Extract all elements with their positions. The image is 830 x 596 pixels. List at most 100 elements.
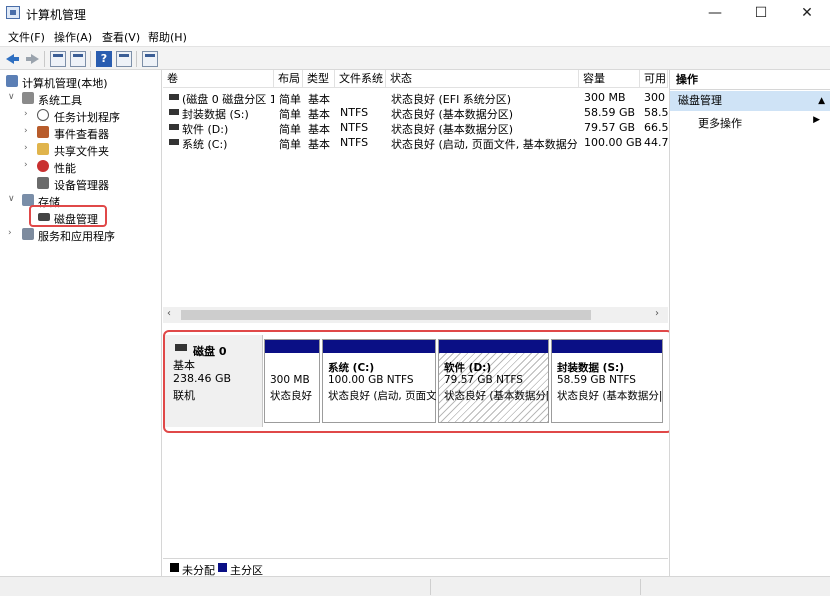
tree-item-root[interactable]: 计算机管理(本地) bbox=[4, 73, 154, 90]
chevron-right-icon[interactable]: › bbox=[8, 228, 18, 238]
tree-item-performance[interactable]: › 性能 bbox=[24, 158, 158, 175]
tree-item-label: 服务和应用程序 bbox=[38, 230, 115, 243]
menu-help[interactable]: 帮助(H) bbox=[148, 29, 187, 45]
close-button[interactable]: ✕ bbox=[784, 0, 830, 26]
cell-filesystem: NTFS bbox=[340, 121, 369, 134]
horizontal-scrollbar[interactable]: ‹ › bbox=[163, 307, 668, 323]
volume-icon bbox=[169, 124, 179, 130]
tree-item-label: 性能 bbox=[54, 162, 76, 175]
cell-free: 44.7 bbox=[644, 136, 668, 149]
cell-capacity: 79.57 GB bbox=[584, 121, 636, 134]
volume-icon bbox=[169, 94, 179, 100]
volume-list: 卷 布局 类型 文件系统 状态 容量 可用 (磁盘 0 磁盘分区 1) 简单 基… bbox=[163, 70, 668, 323]
volume-icon bbox=[169, 109, 179, 115]
chevron-right-icon[interactable]: › bbox=[24, 109, 34, 119]
toolbar-separator bbox=[90, 51, 91, 67]
tree-item-event-viewer[interactable]: › 事件查看器 bbox=[24, 124, 158, 141]
column-header-free[interactable]: 可用 bbox=[640, 70, 668, 88]
performance-icon bbox=[37, 160, 49, 172]
computer-management-icon bbox=[6, 6, 20, 19]
highlight-box bbox=[29, 205, 107, 227]
menu-bar: 文件(F) 操作(A) 查看(V) 帮助(H) bbox=[0, 26, 830, 46]
menu-view[interactable]: 查看(V) bbox=[102, 29, 140, 45]
tree-item-services[interactable]: › 服务和应用程序 bbox=[8, 226, 158, 243]
tree-item-label: 系统工具 bbox=[38, 94, 82, 107]
chevron-right-icon[interactable]: ▶ bbox=[813, 115, 820, 125]
status-divider bbox=[430, 579, 431, 595]
scroll-left-icon[interactable]: ‹ bbox=[167, 308, 171, 319]
chevron-down-icon[interactable]: ∨ bbox=[8, 194, 18, 204]
volume-icon bbox=[169, 139, 179, 145]
table-row[interactable]: 软件 (D:) 简单 基本 NTFS 状态良好 (基本数据分区) 79.57 G… bbox=[163, 120, 668, 136]
cell-capacity: 300 MB bbox=[584, 91, 626, 104]
cell-free: 300 bbox=[644, 91, 665, 104]
column-header-filesystem[interactable]: 文件系统 bbox=[335, 70, 386, 88]
tree-item-device-manager[interactable]: 设备管理器 bbox=[24, 175, 158, 192]
table-row[interactable]: (磁盘 0 磁盘分区 1) 简单 基本 状态良好 (EFI 系统分区) 300 … bbox=[163, 90, 668, 106]
status-bar bbox=[0, 576, 830, 596]
status-divider bbox=[640, 579, 641, 595]
tree-item-label: 计算机管理(本地) bbox=[22, 77, 108, 90]
services-icon bbox=[22, 228, 34, 240]
column-header-volume[interactable]: 卷 bbox=[163, 70, 274, 88]
scrollbar-thumb[interactable] bbox=[181, 310, 591, 320]
tools-icon bbox=[22, 92, 34, 104]
actions-section-disk-management[interactable]: 磁盘管理 ▲ bbox=[670, 91, 830, 111]
menu-action[interactable]: 操作(A) bbox=[54, 29, 92, 45]
cell-capacity: 58.59 GB bbox=[584, 106, 636, 119]
unallocated-swatch bbox=[170, 563, 179, 572]
cell-capacity: 100.00 GB bbox=[584, 136, 643, 149]
toolbar-separator bbox=[44, 51, 45, 67]
column-header-status[interactable]: 状态 bbox=[386, 70, 579, 88]
cell-filesystem: NTFS bbox=[340, 106, 369, 119]
back-arrow-icon[interactable] bbox=[5, 51, 21, 67]
cell-status: 状态良好 (启动, 页面文件, 基本数据分区) bbox=[391, 138, 577, 151]
tree-item-label: 事件查看器 bbox=[54, 128, 109, 141]
toolbar: ? bbox=[0, 46, 830, 70]
column-header-capacity[interactable]: 容量 bbox=[579, 70, 640, 88]
table-row[interactable]: 系统 (C:) 简单 基本 NTFS 状态良好 (启动, 页面文件, 基本数据分… bbox=[163, 135, 668, 151]
chevron-right-icon[interactable]: › bbox=[24, 160, 34, 170]
chevron-right-icon[interactable]: › bbox=[24, 126, 34, 136]
actions-header: 操作 bbox=[670, 70, 830, 90]
show-action-pane-icon[interactable] bbox=[116, 51, 132, 67]
cell-filesystem: NTFS bbox=[340, 136, 369, 149]
help-icon[interactable]: ? bbox=[96, 51, 112, 67]
up-level-icon[interactable] bbox=[50, 51, 66, 67]
tree-item-label: 共享文件夹 bbox=[54, 145, 109, 158]
table-row[interactable]: 封装数据 (S:) 简单 基本 NTFS 状态良好 (基本数据分区) 58.59… bbox=[163, 105, 668, 121]
forward-arrow-icon[interactable] bbox=[24, 51, 40, 67]
cell-layout: 简单 bbox=[279, 138, 301, 151]
legend: 未分配 主分区 bbox=[163, 558, 668, 577]
computer-icon bbox=[6, 75, 18, 87]
tree-item-label: 设备管理器 bbox=[54, 179, 109, 192]
shared-folder-icon bbox=[37, 143, 49, 155]
title-bar: 计算机管理 — ☐ ✕ bbox=[0, 0, 830, 26]
cell-volume: 系统 (C:) bbox=[182, 138, 228, 151]
tree-item-task-scheduler[interactable]: › 任务计划程序 bbox=[24, 107, 158, 124]
show-hide-tree-icon[interactable] bbox=[70, 51, 86, 67]
menu-file[interactable]: 文件(F) bbox=[8, 29, 45, 45]
minimize-button[interactable]: — bbox=[692, 0, 738, 26]
clock-icon bbox=[37, 109, 49, 121]
device-manager-icon bbox=[37, 177, 49, 189]
column-header-type[interactable]: 类型 bbox=[303, 70, 335, 88]
more-actions-link[interactable]: 更多操作 bbox=[698, 115, 742, 131]
chevron-down-icon[interactable]: ∨ bbox=[8, 92, 18, 102]
collapse-up-icon[interactable]: ▲ bbox=[818, 91, 825, 111]
toolbar-separator bbox=[136, 51, 137, 67]
actions-section-label: 磁盘管理 bbox=[678, 94, 722, 107]
navigation-tree: 计算机管理(本地) ∨ 系统工具 › 任务计划程序 › 事件查看器 › 共享文件… bbox=[0, 70, 162, 576]
scroll-right-icon[interactable]: › bbox=[655, 308, 659, 319]
cell-free: 58.5 bbox=[644, 106, 668, 119]
tree-item-shared-folders[interactable]: › 共享文件夹 bbox=[24, 141, 158, 158]
properties-icon[interactable] bbox=[142, 51, 158, 67]
maximize-button[interactable]: ☐ bbox=[738, 0, 784, 26]
chevron-right-icon[interactable]: › bbox=[24, 143, 34, 153]
tree-item-label: 任务计划程序 bbox=[54, 111, 120, 124]
highlight-box bbox=[163, 330, 673, 433]
window-title: 计算机管理 bbox=[26, 8, 87, 22]
actions-pane: 操作 磁盘管理 ▲ 更多操作 ▶ bbox=[669, 70, 830, 576]
column-header-layout[interactable]: 布局 bbox=[274, 70, 303, 88]
tree-item-system-tools[interactable]: ∨ 系统工具 bbox=[8, 90, 158, 107]
